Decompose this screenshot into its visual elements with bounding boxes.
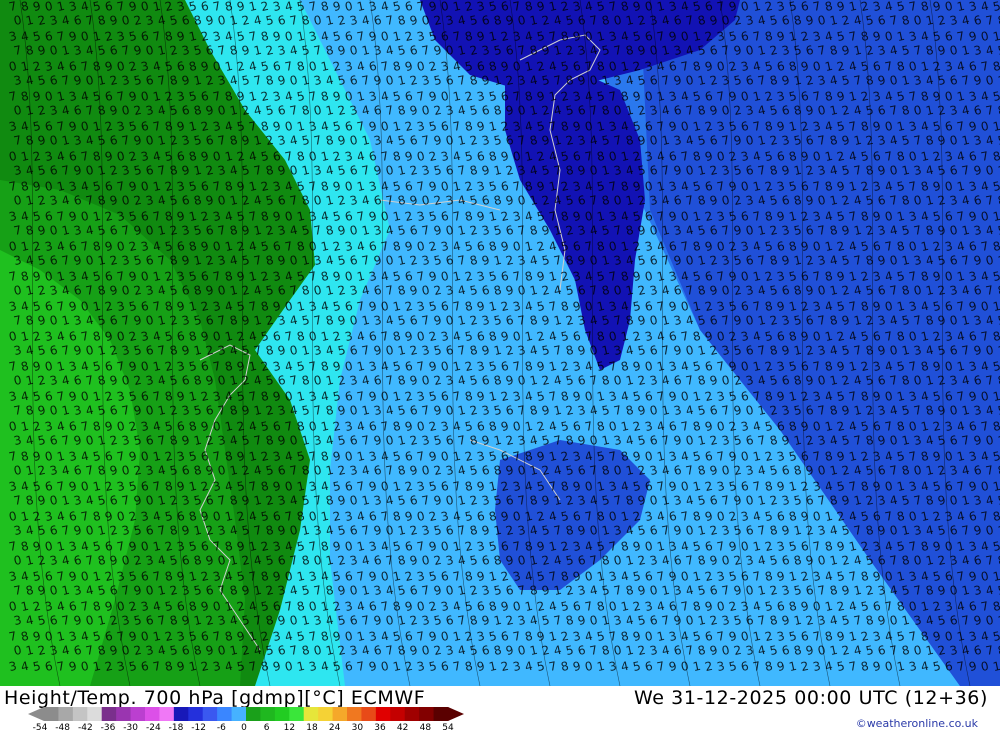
legend-tick-label: 36	[374, 723, 385, 733]
legend-swatch	[390, 707, 406, 721]
info-bar: Height/Temp. 700 hPa [gdmp][°C] ECMWF We…	[0, 686, 1000, 733]
legend-swatch	[246, 707, 261, 721]
legend-swatch	[274, 707, 290, 721]
legend-tick-label: -18	[169, 723, 184, 733]
legend-swatch	[101, 707, 117, 721]
legend-swatch	[404, 707, 420, 721]
legend-swatch	[202, 707, 218, 721]
legend-swatch	[173, 707, 189, 721]
legend-swatch	[188, 707, 204, 721]
legend-tick-label: 30	[352, 723, 363, 733]
legend-arrow-right	[448, 707, 464, 721]
legend-swatch	[72, 707, 88, 721]
legend-tick-label: 6	[264, 723, 270, 733]
legend-tick-label: -42	[78, 723, 93, 733]
legend-tick-label: 12	[284, 723, 295, 733]
legend-swatch	[361, 707, 377, 721]
legend-tick-label: -24	[146, 723, 161, 733]
legend-swatch	[375, 707, 391, 721]
legend-tick-label: -36	[101, 723, 116, 733]
legend-swatch	[260, 707, 276, 721]
legend-swatch	[159, 707, 175, 721]
color-legend-labels: -54 -48 -42 -36 -30 -24 -18 -12 -6 0 6 12 18 24 30 36 42…	[33, 723, 466, 733]
credit-link[interactable]: ©weatheronline.co.uk	[856, 717, 978, 730]
legend-swatch	[332, 707, 348, 721]
legend-swatch	[116, 707, 132, 721]
weather-map: 7890134567901235678912345789013456790123…	[0, 0, 1000, 686]
map-canvas: 7890134567901235678912345789013456790123…	[0, 0, 1000, 686]
legend-swatch	[87, 707, 103, 721]
legend-swatch	[289, 707, 305, 721]
legend-swatch	[303, 707, 319, 721]
legend-arrow-left	[28, 707, 44, 721]
legend-tick-label: -12	[191, 723, 206, 733]
legend-tick-label: -54	[33, 723, 48, 733]
valid-time: We 31-12-2025 00:00 UTC (12+36)	[634, 687, 988, 709]
legend-tick-label: 24	[329, 723, 340, 733]
legend-tick-label: 0	[241, 723, 247, 733]
color-legend-bar	[28, 707, 464, 721]
legend-swatch	[231, 707, 247, 721]
legend-swatch	[347, 707, 362, 721]
legend-swatch	[433, 707, 449, 721]
legend-swatch	[318, 707, 334, 721]
contour-labels: 7890134567901235678912345789013456790123…	[8, 0, 1000, 674]
legend-swatch	[419, 707, 435, 721]
legend-swatch	[217, 707, 233, 721]
legend-tick-label: -30	[123, 723, 138, 733]
legend-tick-label: 54	[442, 723, 453, 733]
legend-tick-label: 42	[397, 723, 408, 733]
legend-tick-label: 18	[306, 723, 317, 733]
legend-swatch	[58, 707, 74, 721]
legend-tick-label: 48	[420, 723, 431, 733]
legend-tick-label: -48	[55, 723, 70, 733]
legend-swatch	[44, 707, 59, 721]
legend-tick-label: -6	[217, 723, 226, 733]
legend-swatch	[145, 707, 160, 721]
legend-swatch	[130, 707, 146, 721]
